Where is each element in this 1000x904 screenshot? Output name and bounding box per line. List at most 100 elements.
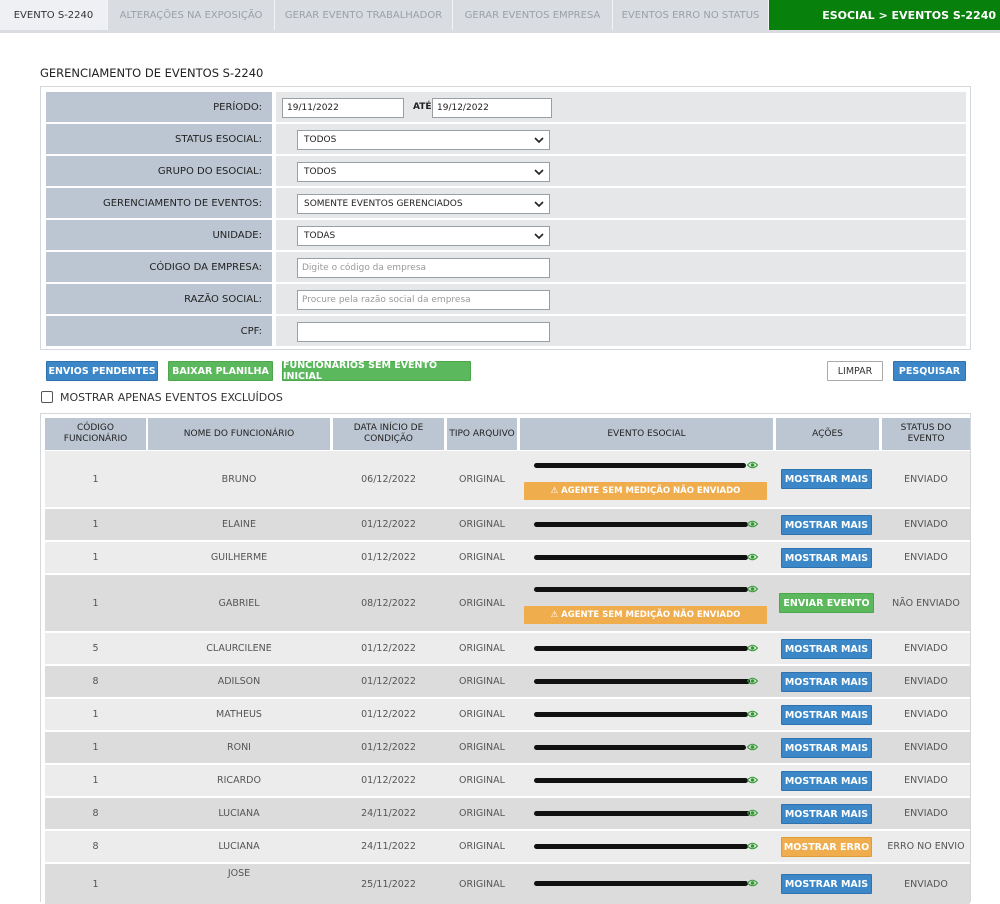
row-action-button[interactable]: MOSTRAR MAIS xyxy=(781,469,872,489)
header-tipo: TIPO ARQUIVO xyxy=(447,418,517,450)
filter-row-grupo: GRUPO DO ESOCIAL: TODOS xyxy=(46,156,966,186)
cell-tipo: ORIGINAL xyxy=(459,709,505,720)
cell-status: ENVIADO xyxy=(904,775,948,786)
cell-codigo: 1 xyxy=(92,597,99,609)
eye-icon[interactable] xyxy=(747,461,758,469)
status-esocial-select[interactable]: TODOS xyxy=(297,130,550,150)
filter-form: PERÍODO: 19/11/2022 ATÉ 19/12/2022 STATU… xyxy=(40,86,971,350)
cell-tipo: ORIGINAL xyxy=(459,878,505,890)
cell-status: ENVIADO xyxy=(904,808,948,819)
gerenciamento-value: SOMENTE EVENTOS GERENCIADOS xyxy=(304,199,463,209)
gerenciamento-select[interactable]: SOMENTE EVENTOS GERENCIADOS xyxy=(297,194,550,214)
eye-icon[interactable] xyxy=(747,585,758,593)
cell-nome: ADILSON xyxy=(217,676,261,687)
cpf-input[interactable] xyxy=(297,322,550,342)
eye-icon[interactable] xyxy=(747,809,758,817)
eye-icon[interactable] xyxy=(747,677,758,685)
row-action-button[interactable]: MOSTRAR MAIS xyxy=(781,738,872,758)
top-nav: EVENTO S-2240 ALTERAÇÕES NA EXPOSIÇÃO GE… xyxy=(0,0,1000,33)
eye-icon[interactable] xyxy=(747,776,758,784)
tab-evento-s2240[interactable]: EVENTO S-2240 xyxy=(0,0,108,30)
breadcrumb: ESOCIAL > EVENTOS S-2240 xyxy=(769,0,1000,30)
row-action-button[interactable]: MOSTRAR MAIS xyxy=(781,548,872,568)
codigo-cell: Digite o código da empresa xyxy=(276,252,966,282)
filter-row-cpf: CPF: xyxy=(46,316,966,346)
redacted-event-id xyxy=(534,522,748,527)
codigo-empresa-label: CÓDIGO DA EMPRESA: xyxy=(46,252,272,282)
eye-icon[interactable] xyxy=(747,520,758,528)
cell-data: 25/11/2022 xyxy=(361,878,416,890)
redacted-event-id xyxy=(534,881,748,886)
redacted-event-id xyxy=(534,679,750,684)
eye-icon[interactable] xyxy=(747,842,758,850)
show-deleted-checkbox[interactable] xyxy=(41,391,53,403)
row-action-button[interactable]: MOSTRAR MAIS xyxy=(781,515,872,535)
cell-data: 01/12/2022 xyxy=(361,775,416,786)
tab-gerar-eventos-empresa[interactable]: GERAR EVENTOS EMPRESA xyxy=(453,0,613,30)
baixar-planilha-button[interactable]: BAIXAR PLANILHA xyxy=(168,361,273,381)
unidade-label: UNIDADE: xyxy=(46,220,272,250)
cell-tipo: ORIGINAL xyxy=(459,643,505,654)
cell-tipo: ORIGINAL xyxy=(459,676,505,687)
row-action-button[interactable]: MOSTRAR MAIS xyxy=(781,804,872,824)
tab-alteracoes-exposicao[interactable]: ALTERAÇÕES NA EXPOSIÇÃO xyxy=(108,0,275,30)
grupo-cell: TODOS xyxy=(276,156,966,186)
row-action-button[interactable]: MOSTRAR MAIS xyxy=(781,705,872,725)
cpf-cell xyxy=(276,316,966,346)
eye-icon[interactable] xyxy=(747,710,758,718)
cell-codigo: 1 xyxy=(92,473,99,485)
cell-tipo: ORIGINAL xyxy=(459,841,505,852)
cell-data: 01/12/2022 xyxy=(361,742,416,753)
cell-nome: MATHEUS xyxy=(216,709,262,720)
eye-icon[interactable] xyxy=(747,644,758,652)
razao-cell: Procure pela razão social da empresa xyxy=(276,284,966,314)
cell-status: ENVIADO xyxy=(904,473,948,485)
row-action-button[interactable]: MOSTRAR ERRO xyxy=(781,837,872,857)
cell-status: ENVIADO xyxy=(904,878,948,890)
row-action-button[interactable]: MOSTRAR MAIS xyxy=(781,771,872,791)
unidade-select[interactable]: TODAS xyxy=(297,226,550,246)
cell-status: ENVIADO xyxy=(904,676,948,687)
cell-tipo: ORIGINAL xyxy=(459,473,505,485)
cell-data: 24/11/2022 xyxy=(361,808,416,819)
razao-social-input[interactable]: Procure pela razão social da empresa xyxy=(297,290,550,310)
cell-status: ERRO NO ENVIO xyxy=(887,841,965,852)
tab-eventos-erro-status[interactable]: EVENTOS ERRO NO STATUS xyxy=(613,0,769,30)
chevron-down-icon xyxy=(534,137,544,144)
eye-icon[interactable] xyxy=(747,879,758,887)
header-codigo: CÓDIGO FUNCIONÁRIO xyxy=(45,418,146,450)
cell-status: ENVIADO xyxy=(904,552,948,563)
eye-icon[interactable] xyxy=(747,743,758,751)
pesquisar-button[interactable]: PESQUISAR xyxy=(893,361,966,381)
cell-tipo: ORIGINAL xyxy=(459,519,505,530)
grupo-esocial-select[interactable]: TODOS xyxy=(297,162,550,182)
warning-badge: ⚠ AGENTE SEM MEDIÇÃO NÃO ENVIADO xyxy=(524,482,767,500)
periodo-inicio-input[interactable]: 19/11/2022 xyxy=(282,98,404,118)
cell-nome: LUCIANA xyxy=(218,808,260,819)
cell-data: 01/12/2022 xyxy=(361,643,416,654)
cell-nome: CLAURCILENE xyxy=(206,643,272,654)
cell-codigo: 8 xyxy=(92,676,99,687)
razao-social-label: RAZÃO SOCIAL: xyxy=(46,284,272,314)
row-action-button[interactable]: MOSTRAR MAIS xyxy=(781,874,872,894)
cell-status: ENVIADO xyxy=(904,519,948,530)
gerenciamento-cell: SOMENTE EVENTOS GERENCIADOS xyxy=(276,188,966,218)
show-deleted-label: MOSTRAR APENAS EVENTOS EXCLUÍDOS xyxy=(60,391,283,404)
cell-nome: JOSE xyxy=(227,868,251,879)
funcionarios-sem-evento-button[interactable]: FUNCIONÁRIOS SEM EVENTO INICIAL xyxy=(282,360,471,382)
events-table: CÓDIGO FUNCIONÁRIO NOME DO FUNCIONÁRIO D… xyxy=(40,413,971,904)
cell-nome: GUILHERME xyxy=(210,552,268,563)
cell-codigo: 1 xyxy=(92,742,99,753)
eye-icon[interactable] xyxy=(747,553,758,561)
row-action-button[interactable]: ENVIAR EVENTO xyxy=(779,593,874,613)
redacted-event-id xyxy=(534,745,746,750)
limpar-button[interactable]: LIMPAR xyxy=(827,361,883,381)
row-action-button[interactable]: MOSTRAR MAIS xyxy=(781,672,872,692)
codigo-empresa-input[interactable]: Digite o código da empresa xyxy=(297,258,550,278)
envios-pendentes-button[interactable]: ENVIOS PENDENTES xyxy=(46,361,158,381)
redacted-event-id xyxy=(534,463,746,468)
row-action-button[interactable]: MOSTRAR MAIS xyxy=(781,639,872,659)
periodo-fim-input[interactable]: 19/12/2022 xyxy=(432,98,552,118)
tab-gerar-evento-trabalhador[interactable]: GERAR EVENTO TRABALHADOR xyxy=(275,0,453,30)
header-acoes: AÇÕES xyxy=(776,418,879,450)
